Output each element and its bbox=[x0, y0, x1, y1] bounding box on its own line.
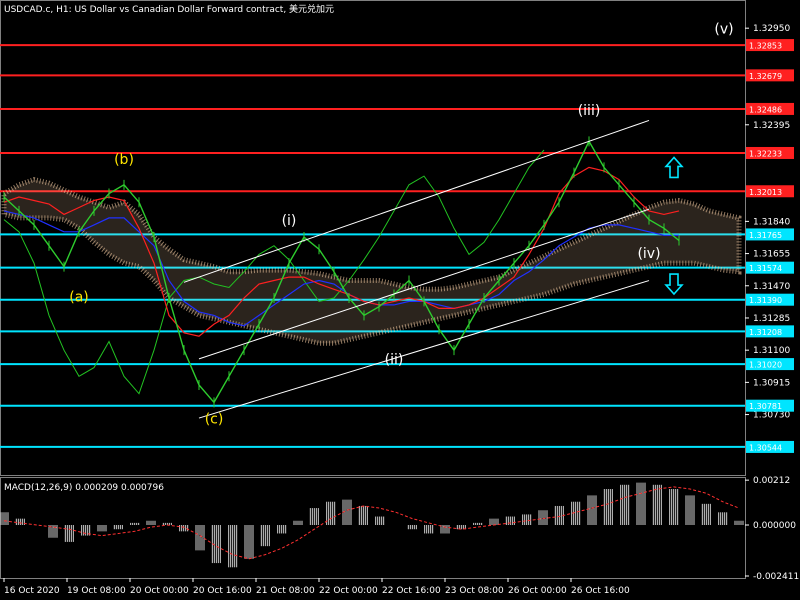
wave-label: (b) bbox=[114, 152, 134, 168]
macd-tick-label: 0.00212 bbox=[753, 476, 790, 486]
support-level-tag: 1.31390 bbox=[749, 296, 782, 305]
time-tick-label: 20 Oct 16:00 bbox=[193, 586, 252, 596]
resistance-level-tag: 1.32013 bbox=[749, 188, 782, 197]
wave-label: (c) bbox=[205, 411, 224, 427]
wave-label: (iii) bbox=[578, 103, 601, 119]
time-tick-label: 22 Oct 00:00 bbox=[319, 586, 378, 596]
macd-tick-label: 0.000000 bbox=[753, 521, 796, 531]
time-tick-label: 20 Oct 00:00 bbox=[130, 586, 189, 596]
wave-label: (ii) bbox=[385, 352, 404, 368]
resistance-level-tag: 1.32853 bbox=[749, 42, 782, 51]
price-tick-label: 1.32950 bbox=[753, 24, 790, 34]
time-tick-label: 26 Oct 00:00 bbox=[508, 586, 567, 596]
wave-label: (v) bbox=[714, 21, 733, 37]
support-level-tag: 1.31208 bbox=[749, 328, 782, 337]
resistance-level-tag: 1.32679 bbox=[749, 72, 782, 81]
support-level-tag: 1.31020 bbox=[749, 361, 782, 370]
price-tick-label: 1.31470 bbox=[753, 282, 790, 292]
wave-label: (i) bbox=[282, 213, 297, 229]
price-tick-label: 1.30915 bbox=[753, 378, 790, 388]
price-tick-label: 1.31100 bbox=[753, 346, 790, 356]
price-tick-label: 1.31840 bbox=[753, 217, 790, 227]
support-level-tag: 1.30544 bbox=[749, 443, 782, 452]
chart-window[interactable]: (a) (b) (c) (i) (ii) (iii) (iv) (v) 1.32950 1.32… bbox=[0, 0, 800, 600]
support-level-tag: 1.31574 bbox=[749, 264, 782, 273]
support-level-tag: 1.30781 bbox=[749, 402, 782, 411]
price-tick-label: 1.31285 bbox=[753, 314, 790, 324]
resistance-level-tag: 1.32486 bbox=[749, 105, 782, 114]
chart-title: USDCAD.c, H1: US Dollar vs Canadian Doll… bbox=[4, 3, 334, 15]
resistance-level-tag: 1.32233 bbox=[749, 149, 782, 158]
macd-label: MACD(12,26,9) 0.000209 0.000796 bbox=[4, 483, 164, 493]
wave-label: (iv) bbox=[637, 246, 660, 262]
time-tick-label: 19 Oct 08:00 bbox=[67, 586, 126, 596]
time-tick-label: 21 Oct 08:00 bbox=[256, 586, 315, 596]
price-tick-label: 1.31655 bbox=[753, 250, 790, 260]
time-tick-label: 23 Oct 08:00 bbox=[445, 586, 504, 596]
time-tick-label: 16 Oct 2020 bbox=[4, 586, 60, 596]
support-level-tag: 1.31765 bbox=[749, 231, 782, 240]
wave-label: (a) bbox=[69, 289, 89, 305]
macd-tick-label: -0.002411 bbox=[753, 572, 799, 582]
time-tick-label: 26 Oct 16:00 bbox=[571, 586, 630, 596]
time-tick-label: 22 Oct 16:00 bbox=[382, 586, 441, 596]
price-tick-label: 1.32395 bbox=[753, 121, 790, 131]
price-tick-label: 1.30730 bbox=[753, 411, 790, 421]
